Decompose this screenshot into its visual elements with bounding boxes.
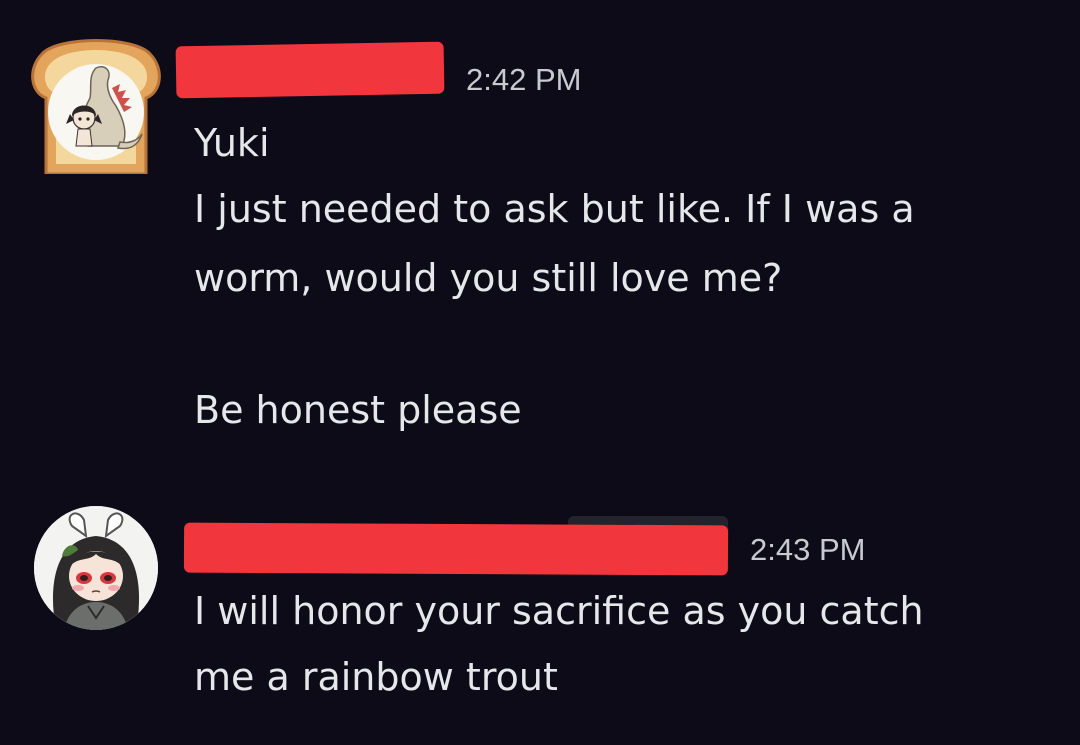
message-line: me a rainbow trout bbox=[194, 655, 558, 699]
message-line: I just needed to ask but like. If I was … bbox=[194, 187, 915, 231]
message-line: Be honest please bbox=[194, 388, 522, 432]
message-2: 2:43 PM I will honor your sacrifice as y… bbox=[0, 470, 1080, 745]
redacted-username-1[interactable] bbox=[175, 41, 445, 99]
message-line bbox=[194, 311, 1054, 377]
message-body-2: I will honor your sacrifice as you catch… bbox=[194, 578, 1054, 710]
message-line: Yuki bbox=[194, 121, 270, 165]
message-timestamp-1: 2:42 PM bbox=[466, 62, 582, 97]
toast-dino-avatar-icon bbox=[31, 39, 161, 176]
message-body-1: Yuki I just needed to ask but like. If I… bbox=[194, 110, 1054, 443]
message-timestamp-2: 2:43 PM bbox=[750, 532, 866, 567]
redacted-username-2[interactable] bbox=[183, 522, 729, 576]
anime-girl-avatar-icon bbox=[34, 506, 158, 630]
avatar-1[interactable] bbox=[26, 36, 166, 176]
message-1: 2:42 PM Yuki I just needed to ask but li… bbox=[0, 0, 1080, 470]
avatar-2[interactable] bbox=[34, 506, 158, 630]
message-line: worm, would you still love me? bbox=[194, 256, 783, 300]
message-line: I will honor your sacrifice as you catch bbox=[194, 589, 924, 633]
